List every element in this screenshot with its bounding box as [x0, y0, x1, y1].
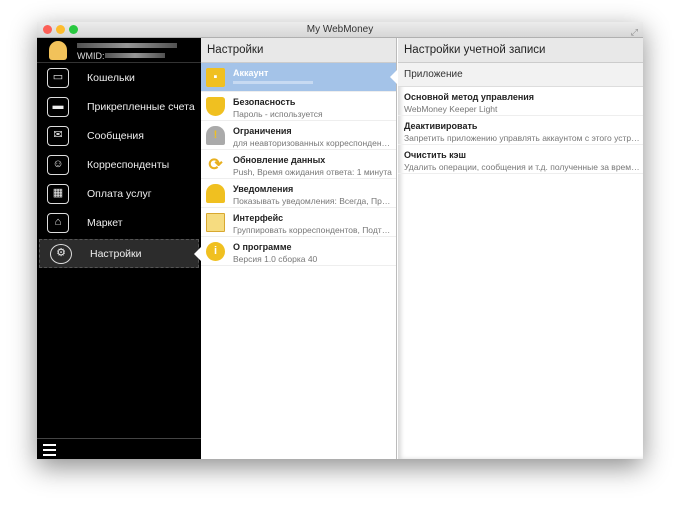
wmid-label: WMID:: [77, 51, 105, 61]
sidebar-item-settings[interactable]: ⚙ Настройки: [39, 239, 201, 268]
sidebar-item-contacts[interactable]: ☺ Корреспонденты: [37, 150, 201, 179]
minimize-button[interactable]: [56, 25, 65, 34]
menu-button[interactable]: [37, 438, 201, 459]
item-title: Обновление данных: [233, 155, 326, 165]
wallet-icon: ▭: [47, 67, 69, 88]
wmid-hidden: [105, 53, 165, 58]
card-icon: ▬: [47, 96, 69, 117]
item-title: Очистить кэш: [404, 150, 467, 160]
item-subtitle: Push, Время ожидания ответа: 1 минута: [233, 167, 392, 177]
avatar: [49, 41, 67, 60]
user-profile[interactable]: WMID:: [37, 38, 201, 63]
item-subtitle: Группировать корреспондентов, Подтвер...: [233, 225, 393, 235]
item-title: Аккаунт: [233, 68, 269, 78]
user-warning-icon: !: [206, 126, 225, 145]
sidebar-item-messages[interactable]: ✉ Сообщения: [37, 121, 201, 150]
app-window: My WebMoney ⤢ WMID: ▭ Кошельки ▬ Прикрепле…: [37, 22, 643, 459]
sidebar-item-attached-accounts[interactable]: ▬ Прикрепленные счета: [37, 92, 201, 121]
section-header: Приложение: [398, 63, 643, 87]
sidebar-item-label: Прикрепленные счета: [87, 100, 195, 113]
item-title: Уведомления: [233, 184, 294, 194]
services-icon: ▦: [47, 183, 69, 204]
title-bar: My WebMoney ⤢: [37, 22, 643, 38]
contacts-icon: ☺: [47, 154, 69, 175]
settings-list-panel: Настройки ▪ Аккаунт Безопасность Пароль - …: [201, 38, 397, 459]
window-title: My WebMoney: [306, 24, 374, 35]
settings-item-account[interactable]: ▪ Аккаунт: [201, 63, 397, 92]
item-subtitle: WebMoney Keeper Light: [404, 104, 498, 114]
panel-title: Настройки: [201, 38, 396, 63]
item-title: О программе: [233, 242, 292, 252]
setting-clear-cache[interactable]: Очистить кэш Удалить операции, сообщения …: [398, 145, 643, 174]
settings-item-about[interactable]: i О программе Версия 1.0 сборка 40: [201, 237, 396, 266]
settings-item-restrictions[interactable]: ! Ограничения для неавторизованных корресп…: [201, 121, 396, 150]
envelope-icon: ✉: [47, 125, 69, 146]
sidebar-item-label: Кошельки: [87, 71, 135, 84]
window-icon: [206, 213, 225, 232]
sidebar: WMID: ▭ Кошельки ▬ Прикрепленные счета ✉ Со…: [37, 38, 201, 459]
sidebar-item-label: Сообщения: [87, 129, 144, 142]
shield-icon: [206, 97, 225, 116]
account-settings-panel: Настройки учетной записи Приложение Осно…: [398, 38, 643, 459]
user-name-hidden: [77, 43, 177, 48]
setting-main-control-method[interactable]: Основной метод управления WebMoney Keeper…: [398, 87, 643, 116]
sidebar-item-wallets[interactable]: ▭ Кошельки: [37, 63, 201, 92]
item-subtitle: Показывать уведомления: Всегда, Прогр...: [233, 196, 393, 206]
item-subtitle: Удалить операции, сообщения и т.д. получ…: [404, 162, 640, 172]
account-hidden: [233, 81, 313, 84]
refresh-icon: ⟳: [208, 155, 223, 174]
item-title: Интерфейс: [233, 213, 284, 223]
item-subtitle: для неавторизованных корреспондентов: [233, 138, 393, 148]
settings-item-security[interactable]: Безопасность Пароль - используется: [201, 92, 396, 121]
item-title: Основной метод управления: [404, 92, 535, 102]
item-title: Ограничения: [233, 126, 292, 136]
panel-title: Настройки учетной записи: [398, 38, 643, 63]
gear-icon: ⚙: [50, 243, 72, 264]
setting-deactivate[interactable]: Деактивировать Запретить приложению управ…: [398, 116, 643, 145]
bell-icon: [206, 184, 225, 203]
item-subtitle: Пароль - используется: [233, 109, 323, 119]
item-subtitle: Версия 1.0 сборка 40: [233, 254, 318, 264]
hamburger-icon-line: [43, 454, 56, 456]
settings-item-data-update[interactable]: ⟳ Обновление данных Push, Время ожидания о…: [201, 150, 396, 179]
hamburger-icon-line: [43, 449, 56, 451]
sidebar-item-label: Корреспонденты: [87, 158, 170, 171]
account-card-icon: ▪: [206, 68, 225, 87]
sidebar-item-label: Маркет: [87, 216, 123, 229]
settings-item-notifications[interactable]: Уведомления Показывать уведомления: Всегд…: [201, 179, 396, 208]
close-button[interactable]: [43, 25, 52, 34]
sidebar-item-services[interactable]: ▦ Оплата услуг: [37, 179, 201, 208]
item-title: Деактивировать: [404, 121, 478, 131]
sidebar-item-label: Настройки: [90, 247, 142, 260]
zoom-button[interactable]: [69, 25, 78, 34]
settings-item-interface[interactable]: Интерфейс Группировать корреспондентов, П…: [201, 208, 396, 237]
hamburger-icon: [43, 444, 56, 446]
sidebar-item-label: Оплата услуг: [87, 187, 152, 200]
item-subtitle: Запретить приложению управлять аккаунтом…: [404, 133, 640, 143]
info-icon: i: [206, 242, 225, 261]
item-title: Безопасность: [233, 97, 296, 107]
market-icon: ⌂: [47, 212, 69, 233]
sidebar-item-market[interactable]: ⌂ Маркет: [37, 208, 201, 237]
